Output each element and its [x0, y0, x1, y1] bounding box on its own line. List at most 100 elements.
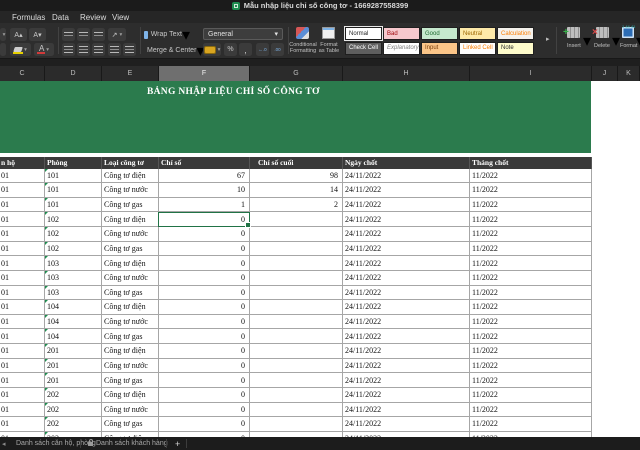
cell-r14-c4[interactable]: 0 — [159, 358, 250, 373]
cell-r1-c7[interactable]: 11/2022 — [470, 168, 592, 183]
cell-r3-c4[interactable]: 1 — [159, 197, 250, 212]
menu-item-review[interactable]: Review — [80, 13, 106, 22]
cell-r13-c3[interactable]: Công tơ điện — [102, 344, 159, 358]
sheet-area[interactable]: BẢNG NHẬP LIỆU CHỈ SỐ CÔNG TƠ n hộ Phòng L… — [0, 81, 640, 437]
cell-r10-c7[interactable]: 11/2022 — [470, 300, 592, 314]
cell-r17-c7[interactable]: 11/2022 — [470, 402, 592, 417]
cell-r9-c4[interactable]: 0 — [159, 285, 250, 300]
column-header-K[interactable]: K — [618, 66, 640, 81]
cell-r17-c4[interactable]: 0 — [159, 402, 250, 417]
cell-r9-c7[interactable]: 11/2022 — [470, 285, 592, 300]
cell-r6-c2[interactable]: 102 — [45, 241, 102, 256]
cell-r2-c1[interactable]: 01 — [0, 183, 45, 197]
cell-r13-c2[interactable]: 201 — [45, 344, 102, 358]
column-header-J[interactable]: J — [592, 66, 618, 81]
cell-r4-c2[interactable]: 102 — [45, 212, 102, 226]
percent-format-button[interactable]: % — [224, 43, 237, 56]
cut-button-sliver-bottom[interactable] — [0, 43, 6, 56]
cell-r5-c3[interactable]: Công tơ nước — [102, 227, 159, 241]
cell-r8-c5[interactable] — [250, 270, 343, 285]
cell-r4-c1[interactable]: 01 — [0, 212, 45, 226]
cell-r3-c3[interactable]: Công tơ gas — [102, 197, 159, 212]
cell-r1-c5[interactable]: 98 — [250, 168, 343, 183]
cell-r5-c4[interactable]: 0 — [159, 227, 250, 241]
cell-r3-c1[interactable]: 01 — [0, 197, 45, 212]
cell-r12-c2[interactable]: 104 — [45, 329, 102, 343]
cell-r16-c2[interactable]: 202 — [45, 387, 102, 402]
sheet-tab-customers[interactable]: Danh sách khách hàng — [88, 437, 168, 450]
table-header-cell[interactable]: Loại công tơ — [102, 157, 159, 169]
cell-r8-c3[interactable]: Công tơ nước — [102, 270, 159, 285]
cell-style-good[interactable]: Good — [421, 27, 458, 40]
cell-r17-c6[interactable]: 24/11/2022 — [343, 402, 470, 417]
cell-r15-c4[interactable]: 0 — [159, 373, 250, 387]
cell-r6-c4[interactable]: 0 — [159, 241, 250, 256]
cell-r8-c1[interactable]: 01 — [0, 270, 45, 285]
cell-r2-c7[interactable]: 11/2022 — [470, 183, 592, 197]
cell-r7-c6[interactable]: 24/11/2022 — [343, 256, 470, 270]
cell-r12-c3[interactable]: Công tơ gas — [102, 329, 159, 343]
align-middle-button[interactable] — [77, 28, 90, 41]
cell-style-explanatory-t-[interactable]: Explanatory T... — [383, 41, 420, 55]
cell-r11-c2[interactable]: 104 — [45, 314, 102, 329]
cell-r15-c7[interactable]: 11/2022 — [470, 373, 592, 387]
cell-r2-c2[interactable]: 101 — [45, 183, 102, 197]
sheet-tab-apartments[interactable]: Danh sách căn hộ, phòng — [16, 437, 96, 450]
cell-r16-c1[interactable]: 01 — [0, 387, 45, 402]
cell-r16-c3[interactable]: Công tơ điện — [102, 387, 159, 402]
cell-style-linked-cell[interactable]: Linked Cell — [459, 41, 496, 55]
cell-r14-c3[interactable]: Công tơ nước — [102, 358, 159, 373]
cell-r1-c6[interactable]: 24/11/2022 — [343, 168, 470, 183]
cell-r14-c7[interactable]: 11/2022 — [470, 358, 592, 373]
cell-r7-c2[interactable]: 103 — [45, 256, 102, 270]
cell-r18-c6[interactable]: 24/11/2022 — [343, 417, 470, 431]
cell-r1-c1[interactable]: 01 — [0, 168, 45, 183]
align-center-button[interactable] — [77, 43, 90, 56]
cell-r14-c6[interactable]: 24/11/2022 — [343, 358, 470, 373]
column-header-C[interactable]: C — [0, 66, 45, 81]
cell-r2-c5[interactable]: 14 — [250, 183, 343, 197]
cell-r13-c6[interactable]: 24/11/2022 — [343, 344, 470, 358]
text-orientation-button[interactable]: ↗ ▾ — [108, 28, 126, 41]
cell-style-neutral[interactable]: Neutral — [459, 27, 496, 40]
cell-r14-c2[interactable]: 201 — [45, 358, 102, 373]
cell-r9-c2[interactable]: 103 — [45, 285, 102, 300]
cell-style-note[interactable]: Note — [497, 41, 534, 55]
cell-r15-c1[interactable]: 01 — [0, 373, 45, 387]
cut-button-sliver-top[interactable]: ▾ — [0, 28, 6, 41]
cell-style-bad[interactable]: Bad — [383, 27, 420, 40]
gallery-more-button[interactable]: ▸ — [546, 35, 550, 43]
cell-r17-c5[interactable] — [250, 402, 343, 417]
highlight-color-button[interactable]: ▾ — [10, 43, 31, 56]
cell-r5-c2[interactable]: 102 — [45, 227, 102, 241]
cell-r12-c1[interactable]: 01 — [0, 329, 45, 343]
column-header-I[interactable]: I — [470, 66, 592, 81]
align-left-button[interactable] — [62, 43, 75, 56]
cell-r10-c2[interactable]: 104 — [45, 300, 102, 314]
cell-r7-c3[interactable]: Công tơ điện — [102, 256, 159, 270]
cell-style-check-cell[interactable]: Check Cell — [345, 41, 382, 55]
cell-r15-c2[interactable]: 201 — [45, 373, 102, 387]
title-banner-cell[interactable]: BẢNG NHẬP LIỆU CHỈ SỐ CÔNG TƠ — [0, 81, 591, 153]
cell-r17-c3[interactable]: Công tơ nước — [102, 402, 159, 417]
align-bottom-button[interactable] — [92, 28, 105, 41]
cell-r15-c6[interactable]: 24/11/2022 — [343, 373, 470, 387]
align-top-button[interactable] — [62, 28, 75, 41]
cell-r1-c4[interactable]: 67 — [159, 168, 250, 183]
increase-indent-button[interactable] — [123, 43, 136, 56]
cell-r8-c2[interactable]: 103 — [45, 270, 102, 285]
cell-r7-c4[interactable]: 0 — [159, 256, 250, 270]
cell-r12-c7[interactable]: 11/2022 — [470, 329, 592, 343]
cell-r18-c4[interactable]: 0 — [159, 417, 250, 431]
column-header-H[interactable]: H — [343, 66, 470, 81]
cell-r15-c3[interactable]: Công tơ gas — [102, 373, 159, 387]
cell-r13-c4[interactable]: 0 — [159, 344, 250, 358]
cell-r18-c2[interactable]: 202 — [45, 417, 102, 431]
merge-center-button[interactable]: Merge & Center ▾ — [144, 43, 204, 60]
cell-r16-c4[interactable]: 0 — [159, 387, 250, 402]
cell-r8-c7[interactable]: 11/2022 — [470, 270, 592, 285]
font-color-button[interactable]: A ▾ — [34, 43, 54, 56]
table-header-cell[interactable]: Tháng chốt — [470, 157, 592, 169]
decrease-decimal-button[interactable]: .00 — [271, 43, 284, 56]
table-header-cell[interactable]: n hộ — [0, 157, 45, 169]
